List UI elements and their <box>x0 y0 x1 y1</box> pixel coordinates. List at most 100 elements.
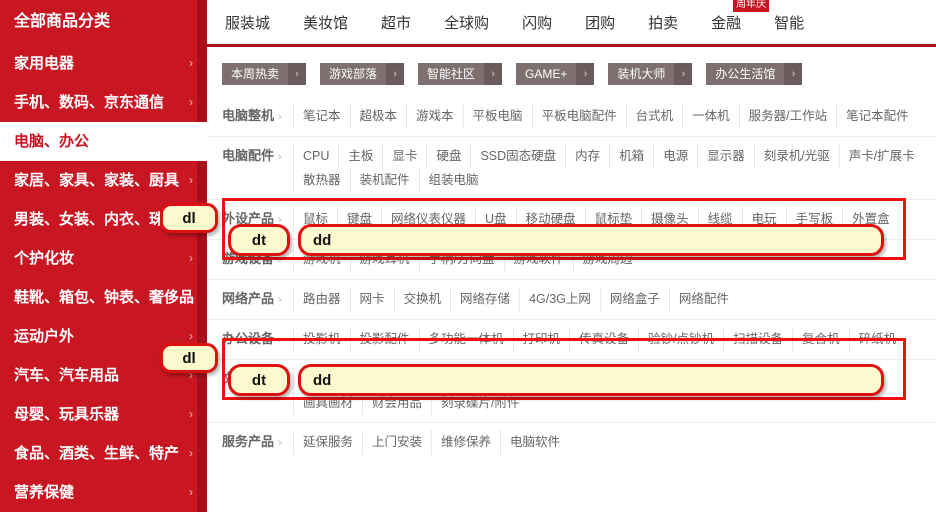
promo-button-label: GAME+ <box>516 63 577 85</box>
category-item-list: CPU 主板 显卡 硬盘 SSD固态硬盘 内存 机箱 电源 显示器 刻录机/光驱 声卡/扩展卡散热器… <box>293 144 936 192</box>
category-item-link[interactable]: 电源 <box>653 144 697 168</box>
category-item-link[interactable]: SSD固态硬盘 <box>470 144 565 168</box>
category-item-link[interactable]: 扫描设备 <box>723 327 792 352</box>
chevron-right-icon: › <box>278 151 282 163</box>
category-item-list: 笔记本 超极本 游戏本 平板电脑 平板电脑配件 台式机 一体机 服务器/工作站 笔记本配件 <box>293 104 936 129</box>
category-item-link[interactable]: 打印机 <box>512 327 570 352</box>
category-item-link[interactable]: 路由器 <box>293 287 350 312</box>
sidebar-item-11[interactable]: 食品、酒类、生鲜、特产 › <box>0 434 207 473</box>
category-item-link[interactable]: 上门安装 <box>362 430 431 455</box>
category-head[interactable]: 办公设备 › <box>207 327 293 352</box>
category-item-link[interactable]: 多功能一体机 <box>418 327 513 352</box>
category-head-label: 办公设备 <box>222 331 275 346</box>
category-item-link[interactable]: 主板 <box>338 144 382 168</box>
nav-item-7[interactable]: 拍卖 <box>648 12 678 33</box>
category-item-link[interactable]: 延保服务 <box>293 430 362 455</box>
category-head[interactable]: 电脑配件 › <box>207 144 293 192</box>
chevron-right-icon: › <box>189 446 193 460</box>
nav-item-9[interactable]: 智能 <box>774 12 804 33</box>
chevron-right-icon: › <box>189 407 193 421</box>
nav-item-label: 团购 <box>585 14 616 32</box>
category-row: 电脑整机 › 笔记本 超极本 游戏本 平板电脑 平板电脑配件 台式机 一体机 服务器/工作站 笔记本… <box>207 97 936 136</box>
category-item-link[interactable]: 复合机 <box>792 327 849 352</box>
category-item-link[interactable]: 游戏本 <box>406 104 463 129</box>
category-item-link[interactable]: 散热器 <box>293 168 350 192</box>
sidebar-item-1[interactable]: 家用电器 › <box>0 44 207 83</box>
nav-item-6[interactable]: 团购 <box>585 12 615 33</box>
nav-item-5[interactable]: 闪购 <box>522 12 552 33</box>
promo-button-3[interactable]: 智能社区 › <box>418 63 503 85</box>
promo-button-6[interactable]: 办公生活馆 › <box>706 63 803 85</box>
category-item-link[interactable]: 笔记本配件 <box>836 104 918 129</box>
sidebar-item-6[interactable]: 个护化妆 › <box>0 239 207 278</box>
category-item-link[interactable]: 硬盘 <box>426 144 470 168</box>
category-item-link[interactable]: 台式机 <box>625 104 683 129</box>
category-item-link[interactable]: 平板电脑 <box>462 104 532 129</box>
nav-item-3[interactable]: 超市 <box>381 12 411 33</box>
promo-button-1[interactable]: 本周热卖 › <box>222 63 307 85</box>
sidebar-item-7[interactable]: 鞋靴、箱包、钟表、奢侈品 › <box>0 278 207 317</box>
promo-button-label: 办公生活馆 <box>706 63 785 85</box>
nav-item-2[interactable]: 美妆馆 <box>303 12 348 33</box>
sidebar-item-10[interactable]: 母婴、玩具乐器 › <box>0 395 207 434</box>
category-item-link[interactable]: 交换机 <box>393 287 451 312</box>
category-item-link[interactable]: 声卡/扩展卡 <box>838 144 924 168</box>
category-item-link[interactable]: 投影配件 <box>349 327 419 352</box>
chevron-right-icon: › <box>189 95 193 109</box>
category-item-link[interactable]: 网络配件 <box>668 287 738 312</box>
sidebar-item-4[interactable]: 家居、家具、家装、厨具 › <box>0 161 207 200</box>
category-item-link[interactable]: 装机配件 <box>349 168 419 192</box>
category-item-link[interactable]: 一体机 <box>682 104 739 129</box>
category-item-link[interactable]: 组装电脑 <box>418 168 488 192</box>
category-head[interactable]: 网络产品 › <box>207 287 293 312</box>
annotation-label-dt: dt <box>228 224 290 256</box>
sidebar-item-3[interactable]: 电脑、办公› <box>0 122 207 161</box>
category-item-link[interactable]: 验钞/点钞机 <box>638 327 723 352</box>
annotation-label-dd: dd <box>298 224 884 256</box>
category-item-link[interactable]: 电脑软件 <box>500 430 569 455</box>
sidebar-item-label: 个护化妆 <box>14 250 75 267</box>
nav-item-label: 服装城 <box>225 14 271 32</box>
category-item-link[interactable]: 投影机 <box>293 327 350 352</box>
annotation-label-dl: dl <box>160 203 218 233</box>
category-item-link[interactable]: 网络盒子 <box>599 287 669 312</box>
sidebar-item-2[interactable]: 手机、数码、京东通信 › <box>0 83 207 122</box>
category-item-link[interactable]: 维修保养 <box>431 430 500 455</box>
sidebar-item-label: 家用电器 <box>14 55 75 72</box>
sidebar-item-12[interactable]: 营养保健 › <box>0 473 207 512</box>
chevron-right-icon: › <box>189 251 193 265</box>
annotation-label-dl: dl <box>160 343 218 373</box>
promo-button-row: 本周热卖 › 游戏部落 › 智能社区 › GAME+ › 装机大师 › 办公生活馆 › <box>207 47 936 97</box>
category-item-link[interactable]: 超极本 <box>349 104 407 129</box>
category-item-link[interactable]: 网络存储 <box>450 287 519 312</box>
promo-button-2[interactable]: 游戏部落 › <box>320 63 405 85</box>
promo-button-5[interactable]: 装机大师 › <box>608 63 693 85</box>
category-head[interactable]: 服务产品 › <box>207 430 293 455</box>
category-item-link[interactable]: 平板电脑配件 <box>531 104 626 129</box>
category-item-link[interactable]: 机箱 <box>609 144 653 168</box>
chevron-right-icon: › <box>189 290 193 304</box>
nav-item-label: 拍卖 <box>648 14 679 32</box>
category-item-link[interactable]: 显示器 <box>697 144 754 168</box>
category-item-link[interactable]: 传真设备 <box>569 327 638 352</box>
category-item-list: 投影机 投影配件 多功能一体机 打印机 传真设备 验钞/点钞机 扫描设备 复合机 碎纸机 <box>293 327 936 352</box>
category-item-link[interactable]: 碎纸机 <box>848 327 906 352</box>
nav-item-8[interactable]: 金融 周年庆 <box>711 0 770 33</box>
category-item-link[interactable]: 内存 <box>565 144 609 168</box>
category-item-link[interactable]: 网卡 <box>349 287 394 312</box>
category-item-link[interactable]: CPU <box>293 144 338 168</box>
category-item-link[interactable]: 笔记本 <box>293 104 350 129</box>
nav-item-4[interactable]: 全球购 <box>444 12 489 33</box>
nav-item-1[interactable]: 服装城 <box>225 12 270 33</box>
nav-item-label: 智能 <box>774 14 805 32</box>
category-head[interactable]: 电脑整机 › <box>207 104 293 129</box>
annotation-label-dd: dd <box>298 364 884 396</box>
category-item-list: 路由器 网卡 交换机 网络存储 4G/3G上网 网络盒子 网络配件 <box>293 287 936 312</box>
category-head-label: 电脑配件 <box>222 148 275 163</box>
category-item-link[interactable]: 显卡 <box>382 144 426 168</box>
promo-button-4[interactable]: GAME+ › <box>516 63 595 85</box>
category-item-link[interactable]: 服务器/工作站 <box>738 104 836 129</box>
category-item-link[interactable]: 4G/3G上网 <box>519 287 600 312</box>
sidebar-item-label: 食品、酒类、生鲜、特产 <box>14 445 180 462</box>
category-item-link[interactable]: 刻录机/光驱 <box>753 144 839 168</box>
